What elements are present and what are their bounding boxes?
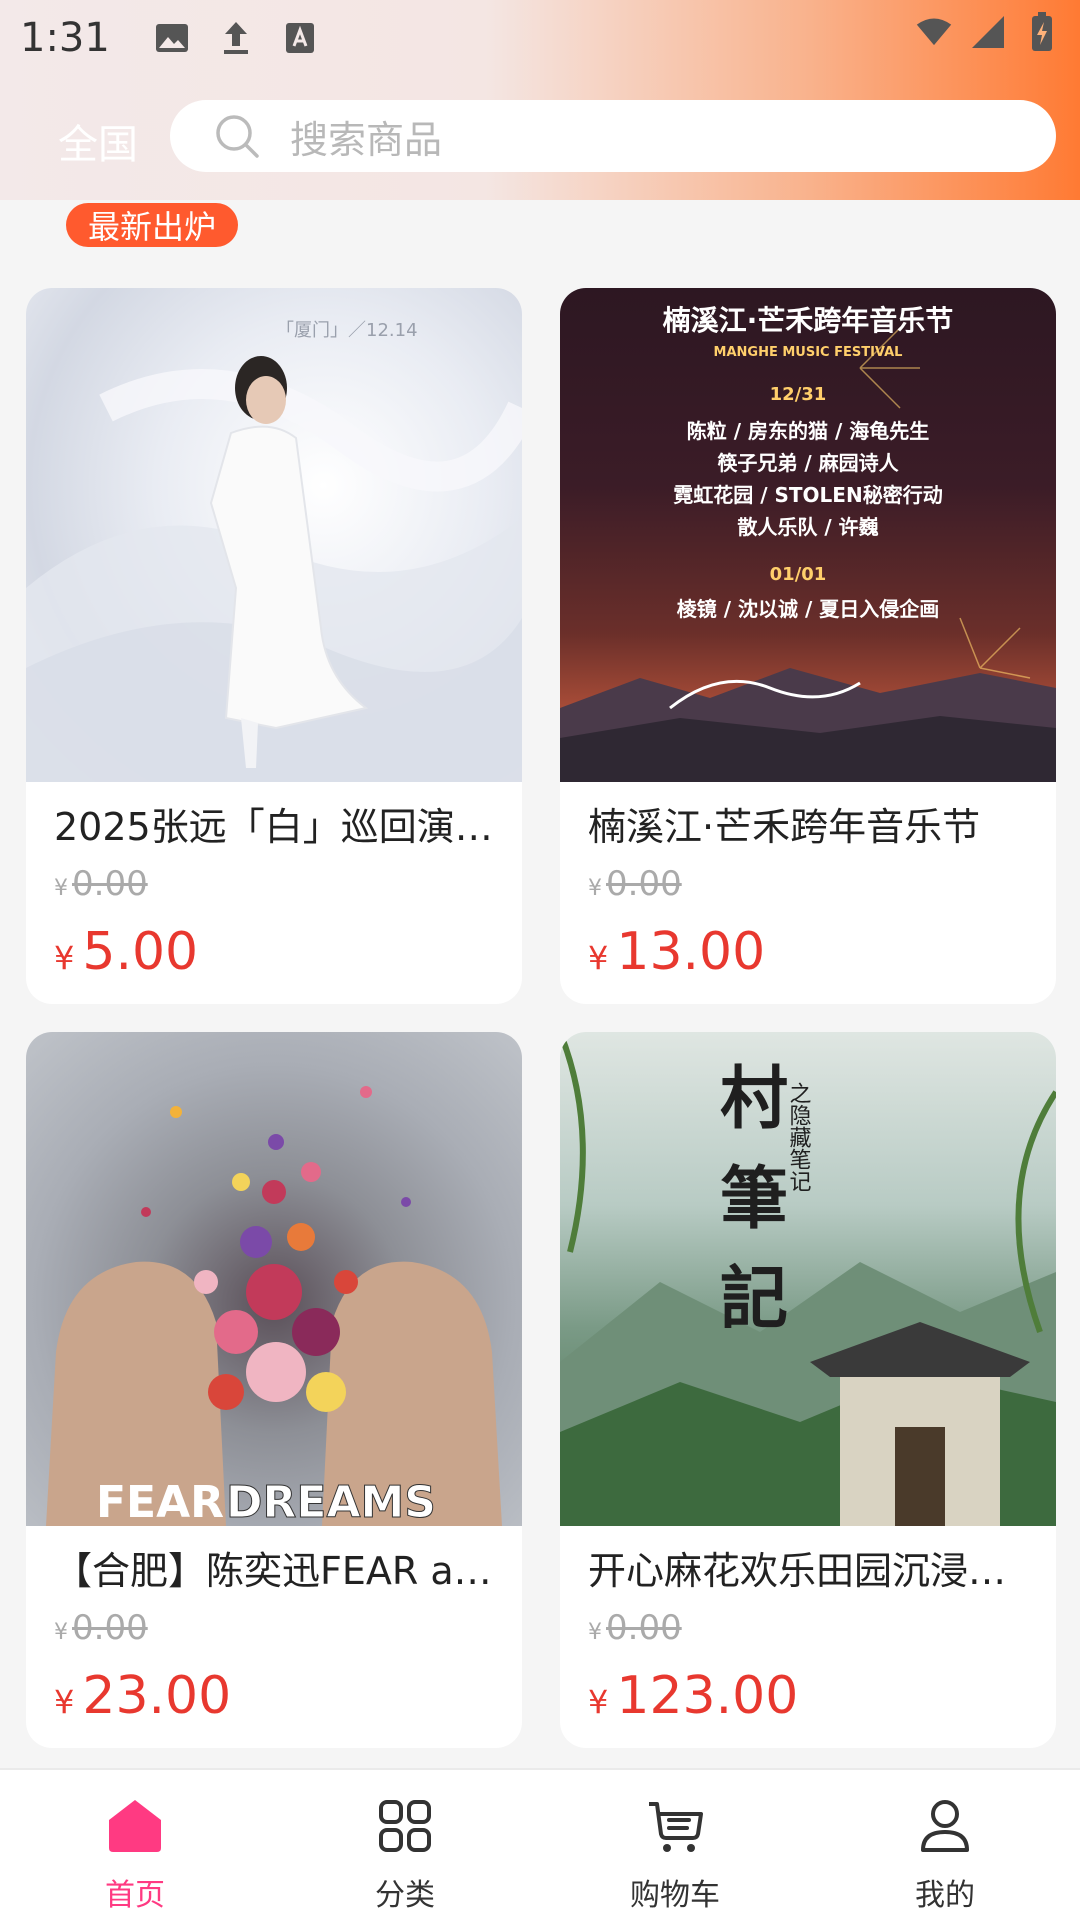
bottom-nav: 首页 分类 购物车 我的 [0, 1768, 1080, 1920]
svg-text:村: 村 [720, 1059, 788, 1139]
svg-text:01/01: 01/01 [770, 564, 827, 585]
nav-label: 购物车 [630, 1878, 720, 1913]
original-price: ¥0.00 [54, 1608, 148, 1648]
product-feed[interactable]: 最新出炉 「厦门」／12.14 2025张远「白」巡回演… ¥0.00 ¥ 5.… [0, 200, 1080, 1768]
nav-category[interactable]: 分类 [270, 1770, 540, 1920]
wifi-icon [916, 14, 952, 50]
status-bar: 1:31 [0, 0, 1080, 76]
product-card[interactable]: 村 筆 記 之隐藏笔记 开心麻花欢乐田园沉浸… ¥0.00 ¥123.00 [560, 1032, 1056, 1748]
sale-price: ¥13.00 [588, 922, 766, 982]
svg-text:陈粒 / 房东的猫 / 海龟先生: 陈粒 / 房东的猫 / 海龟先生 [687, 419, 929, 443]
upload-icon [218, 20, 254, 56]
header: 1:31 全国 搜索商品 [0, 0, 1080, 200]
product-title: 2025张远「白」巡回演… [54, 805, 493, 849]
battery-icon [1024, 12, 1060, 51]
svg-text:FEAR: FEAR [96, 1477, 224, 1526]
poster-title: 楠溪江·芒禾跨年音乐节 [663, 304, 954, 337]
poster-subtitle: MANGHE MUSIC FESTIVAL [714, 345, 903, 360]
section-badge: 最新出炉 [66, 203, 239, 247]
nav-profile[interactable]: 我的 [810, 1770, 1080, 1920]
home-icon [109, 1800, 161, 1852]
search-input[interactable]: 搜索商品 [170, 100, 1056, 172]
svg-text:霓虹花园 / STOLEN秘密行动: 霓虹花园 / STOLEN秘密行动 [673, 483, 942, 507]
original-price: ¥0.00 [588, 864, 682, 904]
svg-text:之隐藏笔记: 之隐藏笔记 [786, 1082, 812, 1192]
product-image: FEAR DREAMS [26, 1032, 522, 1526]
poster-text: 「厦门」／12.14 [276, 320, 418, 341]
nav-label: 我的 [915, 1878, 975, 1913]
product-image: 楠溪江·芒禾跨年音乐节 MANGHE MUSIC FESTIVAL 12/31 … [560, 288, 1056, 782]
user-icon [921, 1800, 969, 1852]
svg-text:記: 記 [720, 1259, 788, 1339]
svg-text:棱镜 / 沈以诚 / 夏日入侵企画: 棱镜 / 沈以诚 / 夏日入侵企画 [677, 597, 939, 621]
category-icon [379, 1800, 431, 1852]
nav-home[interactable]: 首页 [0, 1770, 270, 1920]
sale-price: ¥123.00 [588, 1666, 799, 1726]
sale-price: ¥23.00 [54, 1666, 232, 1726]
product-card[interactable]: 楠溪江·芒禾跨年音乐节 MANGHE MUSIC FESTIVAL 12/31 … [560, 288, 1056, 1004]
search-placeholder: 搜索商品 [290, 117, 443, 162]
search-icon [216, 115, 259, 158]
region-selector[interactable]: 全国 [58, 112, 138, 170]
nav-label: 分类 [375, 1878, 435, 1913]
svg-text:DREAMS: DREAMS [226, 1477, 436, 1526]
product-card[interactable]: 「厦门」／12.14 2025张远「白」巡回演… ¥0.00 ¥5.00 [26, 288, 522, 1004]
original-price: ¥0.00 [588, 1608, 682, 1648]
product-title: 楠溪江·芒禾跨年音乐节 [588, 805, 981, 849]
nav-label: 首页 [105, 1878, 165, 1913]
font-icon [282, 20, 318, 56]
product-card[interactable]: FEAR DREAMS 【合肥】陈奕迅FEAR a… ¥0.00 ¥23.00 [26, 1032, 522, 1748]
svg-text:筆: 筆 [720, 1159, 788, 1239]
svg-text:散人乐队 / 许巍: 散人乐队 / 许巍 [737, 515, 878, 539]
svg-text:筷子兄弟 / 麻园诗人: 筷子兄弟 / 麻园诗人 [717, 451, 899, 475]
status-time: 1:31 [20, 15, 110, 61]
product-title: 开心麻花欢乐田园沉浸… [588, 1549, 1007, 1593]
image-icon [154, 20, 190, 56]
signal-icon [970, 14, 1006, 50]
product-image: 村 筆 記 之隐藏笔记 [560, 1032, 1056, 1526]
product-image: 「厦门」／12.14 [26, 288, 522, 782]
sale-price: ¥5.00 [54, 922, 199, 982]
original-price: ¥0.00 [54, 864, 148, 904]
cart-icon [649, 1802, 703, 1852]
nav-cart[interactable]: 购物车 [540, 1770, 810, 1920]
product-title: 【合肥】陈奕迅FEAR a… [54, 1549, 492, 1593]
svg-text:12/31: 12/31 [770, 384, 827, 405]
